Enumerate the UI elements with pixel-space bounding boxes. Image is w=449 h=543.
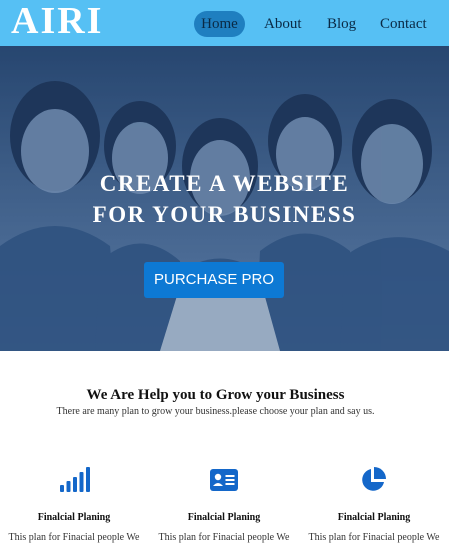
feature-desc-3: This plan for Finacial people We bbox=[308, 532, 440, 543]
services-heading: We Are Help you to Grow your Business bbox=[86, 387, 345, 403]
services-subheading: There are many plan to grow your busines… bbox=[56, 406, 375, 417]
nav-home[interactable]: Home bbox=[194, 11, 245, 37]
feature-title-2: Finalcial Planing bbox=[187, 512, 261, 523]
feature-title-1: Finalcial Planing bbox=[37, 512, 111, 523]
team-photo bbox=[0, 46, 449, 351]
pie-chart-icon bbox=[362, 467, 386, 491]
hero-title-line-2: FOR YOUR BUSINESS bbox=[92, 202, 357, 227]
feature-title-3: Finalcial Planing bbox=[337, 512, 411, 523]
hero-banner: CREATE A WEBSITE FOR YOUR BUSINESS PURCH… bbox=[0, 46, 449, 351]
feature-desc-1: This plan for Finacial people We bbox=[8, 532, 140, 543]
site-logo[interactable]: AIRI bbox=[11, 1, 103, 41]
nav-contact[interactable]: Contact bbox=[380, 11, 427, 37]
nav-about[interactable]: About bbox=[264, 11, 302, 37]
purchase-pro-button[interactable]: PURCHASE PRO bbox=[144, 262, 284, 298]
nav-blog[interactable]: Blog bbox=[327, 11, 356, 37]
feature-desc-2: This plan for Finacial people We bbox=[158, 532, 290, 543]
hero-title-line-1: CREATE A WEBSITE bbox=[99, 171, 350, 196]
id-card-icon bbox=[210, 469, 238, 491]
signal-bars-icon bbox=[60, 467, 90, 492]
top-navbar: AIRI Home About Blog Contact bbox=[0, 0, 449, 46]
